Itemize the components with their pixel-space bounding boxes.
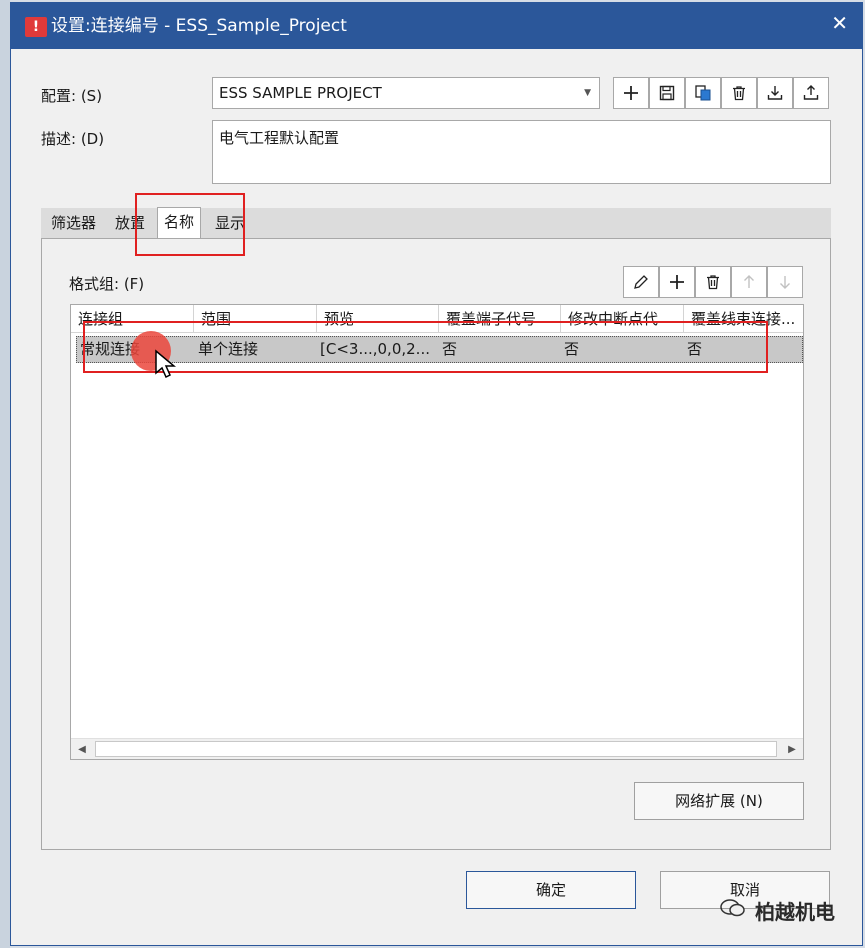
tab-placement[interactable]: 放置 (109, 208, 151, 238)
config-dropdown[interactable]: ESS SAMPLE PROJECT ▼ (212, 77, 600, 109)
description-field[interactable]: 电气工程默认配置 (212, 120, 831, 184)
column-header[interactable]: 修改中断点代 (561, 305, 684, 333)
table-row[interactable]: 常规连接 单个连接 [C<3...,0,0,2... 否 否 否 (76, 336, 803, 363)
table-cell: 单个连接 (198, 340, 259, 358)
config-label: 配置: (S) (41, 87, 103, 105)
chevron-down-icon: ▼ (584, 88, 591, 98)
export-config-button[interactable] (793, 77, 829, 109)
delete-format-button[interactable] (695, 266, 731, 298)
add-format-button[interactable] (659, 266, 695, 298)
mouse-cursor-icon (155, 349, 176, 379)
import-config-button[interactable] (757, 77, 793, 109)
save-icon (659, 85, 675, 101)
table-cell: 否 (442, 340, 458, 358)
settings-dialog: ! 设置:连接编号 - ESS_Sample_Project ✕ 配置: (S)… (10, 2, 863, 946)
column-header[interactable]: 覆盖线束连接... (684, 305, 803, 333)
copy-icon (695, 85, 711, 101)
move-down-icon (780, 276, 790, 289)
column-header[interactable]: 连接组 (71, 305, 194, 333)
table-cell: 否 (687, 340, 703, 358)
table-cell: 否 (564, 340, 580, 358)
horizontal-scrollbar[interactable]: ◀ ▶ (71, 738, 803, 759)
move-down-button[interactable] (767, 266, 803, 298)
scroll-left-icon[interactable]: ◀ (71, 739, 93, 759)
add-icon (670, 275, 684, 289)
column-header[interactable]: 范围 (194, 305, 317, 333)
background-window-strip (0, 0, 10, 948)
watermark-text: 柏越机电 (755, 900, 835, 924)
move-up-button[interactable] (731, 266, 767, 298)
delete-icon (733, 86, 745, 101)
config-value: ESS SAMPLE PROJECT (219, 84, 382, 102)
tab-name[interactable]: 名称 (157, 207, 202, 238)
column-header[interactable]: 预览 (317, 305, 439, 333)
edit-icon (634, 275, 648, 289)
table-cell: [C<3...,0,0,2... (320, 340, 430, 358)
import-icon (767, 86, 783, 100)
window-title: 设置:连接编号 - ESS_Sample_Project (51, 16, 347, 36)
column-header[interactable]: 覆盖端子代号 (439, 305, 561, 333)
title-bar: ! 设置:连接编号 - ESS_Sample_Project ✕ (11, 3, 862, 49)
copy-config-button[interactable] (685, 77, 721, 109)
network-expand-button[interactable]: 网络扩展 (N) (634, 782, 804, 820)
ok-button[interactable]: 确定 (466, 871, 636, 909)
delete-icon (707, 275, 719, 290)
add-config-button[interactable] (613, 77, 649, 109)
scroll-right-icon[interactable]: ▶ (781, 739, 803, 759)
description-label: 描述: (D) (41, 130, 105, 148)
description-value: 电气工程默认配置 (219, 129, 340, 147)
table-header: 连接组 范围 预览 覆盖端子代号 修改中断点代 覆盖线束连接... (71, 305, 803, 333)
tab-display[interactable]: 显示 (209, 208, 251, 238)
wechat-icon (720, 899, 745, 917)
add-icon (624, 86, 638, 100)
tab-bar: 筛选器 放置 名称 显示 (41, 207, 831, 238)
edit-format-button[interactable] (623, 266, 659, 298)
move-up-icon (744, 275, 754, 288)
close-icon[interactable]: ✕ (831, 11, 848, 35)
format-group-label: 格式组: (F) (69, 275, 145, 293)
format-group-table: 连接组 范围 预览 覆盖端子代号 修改中断点代 覆盖线束连接... 常规连接 单… (70, 304, 804, 760)
export-icon (803, 85, 819, 100)
app-warning-icon: ! (25, 17, 47, 37)
scrollbar-thumb[interactable] (95, 741, 777, 757)
save-config-button[interactable] (649, 77, 685, 109)
tab-filter[interactable]: 筛选器 (45, 208, 102, 238)
delete-config-button[interactable] (721, 77, 757, 109)
